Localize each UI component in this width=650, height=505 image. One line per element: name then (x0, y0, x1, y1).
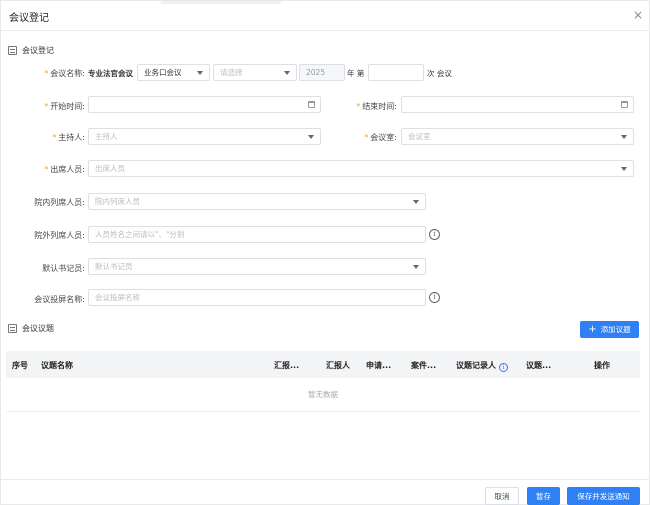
chevron-down-icon (621, 135, 627, 139)
info-icon[interactable]: i (429, 229, 440, 240)
col-header-reporter: 汇报人 (326, 361, 350, 370)
col-header-index: 序号 (12, 361, 28, 370)
meeting-name-prefix: 专业法官会议 (88, 69, 133, 78)
chevron-down-icon (413, 265, 419, 269)
required-mark: * (356, 102, 361, 111)
col-header-actions: 操作 (594, 361, 610, 370)
col-header-applicant: 申请... (366, 361, 392, 370)
sub-select-placeholder: 请选择 (220, 68, 243, 77)
end-time-label: * 结束时间: (356, 102, 397, 111)
table-empty-state: 暂无数据 (6, 378, 640, 412)
outside-observers-placeholder: 人员姓名之间请以"、"分割 (95, 230, 185, 239)
section-title: 会议议题 (22, 323, 54, 333)
screen-name-input[interactable]: 会议投屏名称 (88, 289, 426, 306)
section-title: 会议登记 (22, 45, 54, 55)
attendees-select[interactable]: 出席人员 (88, 160, 634, 177)
year-field: 2025 (299, 64, 345, 81)
meeting-number-input[interactable] (368, 64, 424, 81)
host-placeholder: 主持人 (95, 132, 118, 141)
attendees-label: * 出席人员: (44, 165, 85, 174)
section-topics-header: 会议议题 (8, 322, 54, 334)
col-header-topic-name: 议题名称 (41, 361, 73, 370)
room-placeholder: 会议室 (408, 132, 431, 141)
inside-observers-placeholder: 院内列席人员 (95, 197, 140, 206)
col-header-case: 案件... (411, 361, 437, 370)
required-mark: * (364, 133, 369, 142)
host-select[interactable]: 主持人 (88, 128, 321, 145)
close-icon[interactable]: × (631, 8, 645, 22)
outside-observers-input[interactable]: 人员姓名之间请以"、"分割 (88, 226, 426, 243)
chevron-down-icon (413, 200, 419, 204)
calendar-icon (621, 101, 628, 108)
inside-observers-select[interactable]: 院内列席人员 (88, 193, 426, 210)
secretary-placeholder: 默认书记员 (95, 262, 133, 271)
col-header-report: 汇报... (274, 361, 300, 370)
plus-icon: + (588, 323, 597, 335)
add-topic-button[interactable]: + 添加议题 (580, 321, 639, 338)
screen-name-label: 会议投屏名称: (34, 295, 85, 304)
required-mark: * (44, 165, 49, 174)
col-header-recorder: 议题记录人 i (456, 360, 508, 372)
footer-divider (1, 479, 650, 480)
chevron-down-icon (621, 167, 627, 171)
start-time-picker[interactable] (88, 96, 321, 113)
col-header-topic-extra: 议题... (526, 361, 552, 370)
end-time-picker[interactable] (401, 96, 634, 113)
chevron-down-icon (308, 135, 314, 139)
info-icon[interactable]: i (499, 363, 508, 372)
dialog-title: 会议登记 (9, 13, 49, 24)
meeting-type-select[interactable]: 业务口会议 (137, 64, 210, 81)
inside-observers-label: 院内列席人员: (34, 198, 85, 207)
start-time-label: * 开始时间: (44, 102, 85, 111)
meeting-name-label: * 会议名称: (44, 69, 85, 78)
secretary-select[interactable]: 默认书记员 (88, 258, 426, 275)
room-label: * 会议室: (364, 133, 397, 142)
required-mark: * (52, 133, 57, 142)
info-icon[interactable]: i (429, 292, 440, 303)
required-mark: * (44, 102, 49, 111)
year-value: 2025 (306, 68, 326, 77)
dialog-header: 会议登记 × (1, 1, 650, 31)
room-select[interactable]: 会议室 (401, 128, 634, 145)
document-icon (8, 45, 17, 55)
meeting-type-value: 业务口会议 (144, 68, 182, 77)
meeting-sub-select[interactable]: 请选择 (213, 64, 297, 81)
count-suffix: 次 会议 (427, 69, 452, 78)
topics-table-header: 序号 议题名称 汇报... 汇报人 申请... 案件... 议题记录人 i 议题.… (6, 351, 640, 378)
section-registration-header: 会议登记 (8, 44, 54, 56)
host-label: * 主持人: (52, 133, 85, 142)
meeting-registration-dialog: 会议登记 × 会议登记 * 会议名称: 专业法官会议 业务口会议 请选择 2025… (0, 0, 650, 505)
document-icon (8, 323, 17, 333)
calendar-icon (308, 101, 315, 108)
year-suffix: 年 第 (347, 69, 365, 78)
add-topic-label: 添加议题 (600, 325, 631, 334)
screen-name-placeholder: 会议投屏名称 (95, 293, 140, 302)
required-mark: * (44, 69, 49, 78)
outside-observers-label: 院外列席人员: (34, 231, 85, 240)
cancel-button[interactable]: 取消 (485, 487, 519, 505)
save-draft-button[interactable]: 暂存 (527, 487, 560, 505)
chevron-down-icon (197, 71, 203, 75)
attendees-placeholder: 出席人员 (95, 164, 125, 173)
chevron-down-icon (284, 71, 290, 75)
save-and-notify-button[interactable]: 保存并发送通知 (567, 487, 640, 505)
secretary-label: 默认书记员: (42, 264, 85, 273)
